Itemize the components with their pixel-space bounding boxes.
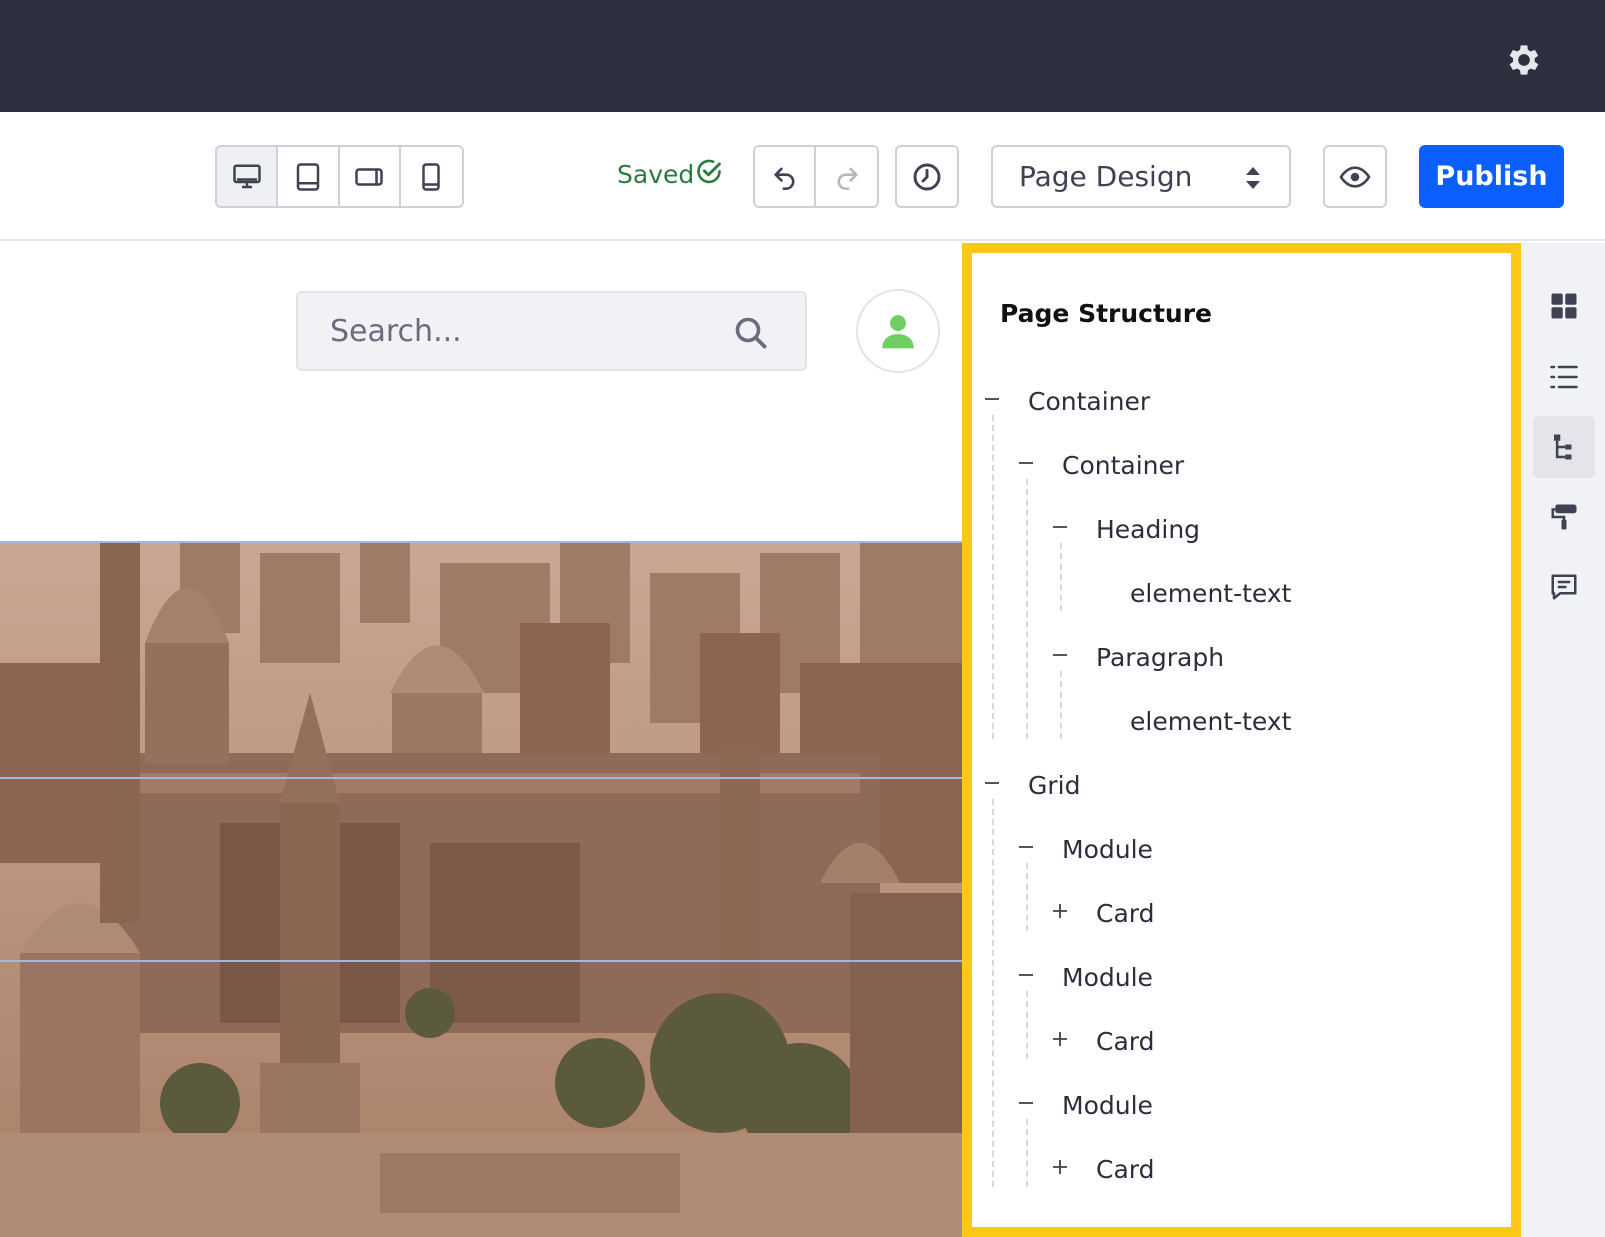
tree-item-label: Module (1062, 962, 1153, 992)
tree-item[interactable]: element-text (1130, 573, 1291, 613)
tree-item-label: element-text (1130, 578, 1292, 608)
comments-icon (1551, 574, 1577, 600)
tree-item-label: Module (1062, 1090, 1153, 1120)
collapse-minus-icon[interactable] (982, 773, 1002, 793)
view-mode-value: Page Design (1019, 160, 1193, 193)
fragments-icon (1551, 293, 1577, 319)
top-bar (0, 0, 1605, 112)
search-placeholder: Search... (330, 313, 462, 349)
tree-item-label: Heading (1096, 514, 1201, 544)
collapse-minus-icon[interactable] (1016, 1093, 1036, 1113)
row-guide-line (0, 777, 962, 779)
sort-arrows-icon (1246, 167, 1260, 189)
search-icon[interactable] (733, 315, 769, 351)
undo-redo-group (753, 145, 879, 208)
expand-plus-icon[interactable] (1050, 1029, 1070, 1049)
tree-item[interactable]: Module (1062, 829, 1153, 869)
tree-item-label: Card (1096, 1026, 1155, 1056)
undo-icon (773, 167, 794, 190)
list-icon (1550, 365, 1578, 389)
desktop-view-button[interactable] (217, 147, 279, 206)
tablet-icon (296, 162, 320, 191)
user-icon (882, 315, 914, 349)
tree-guide-line (1026, 1119, 1028, 1187)
fragments-button[interactable] (1533, 275, 1595, 337)
landscape-phone-view-button[interactable] (339, 147, 401, 206)
tablet-view-button[interactable] (278, 147, 340, 206)
page-canvas[interactable]: Search... (0, 243, 962, 1237)
tree-item[interactable]: Module (1062, 1085, 1153, 1125)
tree-item-label: Grid (1028, 770, 1081, 800)
tree-item[interactable]: Grid (1028, 765, 1080, 805)
tree-item-label: Paragraph (1096, 642, 1225, 672)
tree-item[interactable]: Card (1096, 1021, 1154, 1061)
right-sidebar (1521, 243, 1605, 1237)
redo-icon (837, 167, 858, 190)
view-mode-select[interactable]: Page Design (991, 145, 1291, 208)
collapse-minus-icon[interactable] (1050, 517, 1070, 537)
tree-item-label: Module (1062, 834, 1153, 864)
expand-plus-icon[interactable] (1050, 901, 1070, 921)
search-input[interactable]: Search... (296, 291, 807, 371)
desktop-icon (232, 164, 261, 188)
expand-plus-icon[interactable] (1050, 1157, 1070, 1177)
tree-item[interactable]: Card (1096, 1149, 1154, 1189)
paint-roller-icon (1551, 504, 1577, 530)
portrait-phone-icon (422, 162, 441, 191)
portrait-phone-view-button[interactable] (400, 147, 462, 206)
tree-item-label: element-text (1130, 706, 1292, 736)
list-button[interactable] (1533, 346, 1595, 408)
comments-button[interactable] (1533, 556, 1595, 618)
tree-item[interactable]: Module (1062, 957, 1153, 997)
tree-guide-line (1026, 863, 1028, 931)
collapse-minus-icon[interactable] (982, 389, 1002, 409)
page-structure-button[interactable] (1533, 416, 1595, 478)
hero-image (0, 541, 962, 1237)
page-structure-icon (1554, 434, 1572, 460)
tree-item[interactable]: Container (1062, 445, 1184, 485)
saved-status: Saved (617, 160, 695, 189)
preview-button[interactable] (1323, 145, 1387, 208)
tree-guide-line (992, 415, 994, 739)
tree-item[interactable]: Container (1028, 381, 1150, 421)
row-guide-line (0, 960, 962, 962)
redo-button[interactable] (816, 147, 877, 206)
tree-item-label: Container (1062, 450, 1185, 480)
tree-item[interactable]: Heading (1096, 509, 1200, 549)
tree-guide-line (1026, 479, 1028, 739)
tree-guide-line (992, 799, 994, 1187)
collapse-minus-icon[interactable] (1016, 453, 1036, 473)
page-structure-panel: Page Structure Container Container Heading… (962, 243, 1521, 1237)
tree-guide-line (1060, 671, 1062, 739)
landscape-phone-icon (355, 167, 383, 186)
tree-guide-line (1060, 543, 1062, 611)
tree-item-label: Card (1096, 1154, 1155, 1184)
clock-icon (913, 163, 941, 190)
undo-button[interactable] (755, 147, 817, 206)
tree-item[interactable]: element-text (1130, 701, 1291, 741)
tree-item[interactable]: Paragraph (1096, 637, 1224, 677)
user-avatar[interactable] (856, 289, 940, 373)
device-selector (215, 145, 464, 208)
gear-icon[interactable] (1504, 40, 1544, 80)
tree-item-label: Container (1028, 386, 1151, 416)
history-button[interactable] (895, 145, 959, 208)
publish-button[interactable]: Publish (1419, 145, 1564, 208)
styles-button[interactable] (1533, 486, 1595, 548)
eye-icon (1339, 165, 1371, 188)
tree-item[interactable]: Card (1096, 893, 1154, 933)
check-circle-icon (697, 159, 721, 184)
tree-item-label: Card (1096, 898, 1155, 928)
panel-title: Page Structure (1000, 299, 1213, 328)
tree-guide-line (1026, 991, 1028, 1059)
city-photo (0, 543, 962, 1237)
collapse-minus-icon[interactable] (1016, 837, 1036, 857)
collapse-minus-icon[interactable] (1050, 645, 1070, 665)
collapse-minus-icon[interactable] (1016, 965, 1036, 985)
